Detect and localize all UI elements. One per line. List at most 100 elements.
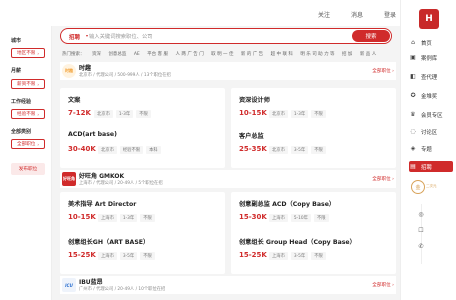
company-logo: ICU [62,278,76,292]
job-tag: 北京市 [269,110,288,118]
hot-keyword[interactable]: 招 加 [342,51,352,57]
all-jobs-label: 全部职位 [372,69,391,74]
job-title: 创意组长GH（ART BASE） [68,239,150,246]
city-filter-dropdown[interactable]: 地区不限 › [11,48,45,58]
category-filter-dropdown[interactable]: 全部职位 › [11,139,45,149]
nav-item-awards[interactable]: ✪ 金堆奖 [409,90,453,101]
company-header[interactable]: 好旺角 好旺角 GMKOK 上海市 / 代理公司 / 20-49人 / 5个职位… [60,170,396,188]
job-title: 资深设计师 [239,97,270,104]
search-float-icon[interactable]: ◎ [416,209,426,219]
all-jobs-link[interactable]: 全部职位 › [372,176,394,182]
hot-keyword[interactable]: 明 乐 司 助 力 等 [300,51,334,57]
nav-item-case-library[interactable]: ▣ 案例库 [409,52,453,63]
chevron-right-icon: › [37,50,39,56]
job-tag: 不限 [140,252,155,260]
company-name[interactable]: 时趣 [79,63,91,72]
right-nav: H ⌂ 首页 ▣ 案例库 ◧ 查代理 ✪ 金堆奖 ♛ 会员专区 ◌ 讨论区 ◈ 专题 ▤ 招聘 … [400,0,456,300]
job-tags: 上海市 3-5年 不限 [269,252,326,260]
brand-logo[interactable]: H [419,9,439,29]
hot-keyword[interactable]: AE [134,52,140,57]
hot-keyword[interactable]: 新 品 人 [360,51,376,57]
login-link[interactable]: 登录 [384,10,396,19]
hot-keyword[interactable]: 资深 [92,51,101,57]
job-tag: 不限 [140,214,155,222]
job-tag: 北京市 [269,146,288,154]
job-tag: 上海市 [98,214,117,222]
hot-keyword[interactable]: 新 的 广 告 [241,51,263,57]
search-bar: 招聘 ▾ 搜索 [60,28,392,44]
job-salary: 15-25K [239,251,267,259]
all-jobs-link[interactable]: 全部职位 › [372,282,394,288]
job-card[interactable]: 创意组长 Group Head（Copy Base） 15-25K 上海市 3-… [231,230,396,274]
company-meta: 北京市 / 代理公司 / 500-999人 / 13个职位在招 [79,73,171,78]
job-tag: 3-5年 [290,252,309,260]
job-tag: 北京市 [94,110,113,118]
company-meta: 广州市 / 代理公司 / 20-49人 / 10个职位在招 [79,287,166,292]
hot-searches-label: 热门搜索： [62,52,85,57]
job-tags: 北京市 经验不限 本科 [98,146,161,154]
job-tags: 北京市 1-3年 不限 [269,110,326,118]
hot-keyword[interactable]: 创意总监 [108,51,126,57]
nav-item-membership[interactable]: ♛ 会员专区 [409,109,453,120]
job-salary: 10-15K [239,109,267,117]
topic-icon: ◈ [410,145,416,152]
job-card[interactable]: ACD(art base) 30-40K 北京市 经验不限 本科 [60,124,225,168]
follow-link[interactable]: 关注 [318,10,330,19]
company-header[interactable]: ICU IBU蓝昂 广州市 / 代理公司 / 20-49人 / 10个职位在招 … [60,276,396,294]
experience-filter-dropdown[interactable]: 经验不限 › [11,109,45,119]
hot-searches: 热门搜索： 资深 创意总监 AE 平台 客 服 人 两 广 告 门 取 明 一 … [62,51,382,59]
salary-filter-dropdown[interactable]: 薪资不限 › [11,79,45,89]
company-logo: 时趣 [62,64,76,78]
job-tag: 上海市 [98,252,117,260]
job-tag: 1-3年 [115,110,134,118]
job-tag: 5-10年 [290,214,311,222]
chevron-down-icon[interactable]: ▾ [86,33,88,38]
all-jobs-label: 全部职位 [372,177,391,182]
job-tags: 上海市 5-10年 不限 [269,214,329,222]
hot-keyword[interactable]: 超 中 联 科 [271,51,293,57]
job-tag: 上海市 [269,252,288,260]
job-tag: 不限 [311,110,326,118]
job-salary: 7-12K [68,109,91,117]
job-card[interactable]: 客户总监 25-35K 北京市 3-5年 不限 [231,124,396,168]
search-input[interactable] [89,31,319,42]
gold-badge-icon[interactable]: 金 [411,180,425,194]
job-tags: 上海市 1-3年 不限 [98,214,155,222]
nav-item-label: 首页 [421,40,432,47]
phone-icon[interactable]: ✆ [416,241,426,251]
category-filter-value: 全部职位 [17,142,36,147]
gold-badge-text: 二次元 [426,184,437,188]
nav-item-jobs[interactable]: ▤ 招聘 [409,161,453,172]
job-tag: 3-5年 [119,252,138,260]
nav-item-label: 招聘 [421,164,432,171]
company-name[interactable]: IBU蓝昂 [79,277,103,286]
nav-item-topics[interactable]: ◈ 专题 [409,143,453,154]
job-title: 客户总监 [239,133,264,140]
all-jobs-link[interactable]: 全部职位 › [372,68,394,74]
messages-link[interactable]: 消息 [351,10,363,19]
company-meta: 上海市 / 代理公司 / 20-49人 / 5个职位在招 [79,181,163,186]
chevron-right-icon: › [37,141,39,147]
company-logo: 好旺角 [62,172,76,186]
company-header[interactable]: 时趣 时趣 北京市 / 代理公司 / 500-999人 / 13个职位在招 全部… [60,62,396,80]
job-tag: 3-5年 [290,146,309,154]
job-title: ACD(art base) [68,131,117,138]
hot-keyword[interactable]: 取 明 一 佳 [211,51,233,57]
hot-keyword[interactable]: 平台 客 服 [147,51,168,57]
job-tag: 本科 [146,146,161,154]
job-salary: 25-35K [239,145,267,153]
search-type-label[interactable]: 招聘 [69,33,80,41]
hot-keyword[interactable]: 人 两 广 告 门 [175,51,203,57]
nav-item-forum[interactable]: ◌ 讨论区 [409,126,453,137]
search-button[interactable]: 搜索 [352,30,390,42]
nav-item-home[interactable]: ⌂ 首页 [409,37,453,48]
briefcase-icon: ▤ [410,163,416,170]
company-name[interactable]: 好旺角 GMKOK [79,171,124,180]
home-icon: ⌂ [411,39,415,46]
post-job-button[interactable]: 发布职位 [11,163,45,175]
feedback-icon[interactable]: ☐ [416,225,426,235]
nav-item-agencies[interactable]: ◧ 查代理 [409,71,453,82]
job-title: 美术指导 Art Director [68,201,137,208]
job-card[interactable]: 创意组长GH（ART BASE） 15-25K 上海市 3-5年 不限 [60,230,225,274]
nav-item-label: 金堆奖 [421,93,438,100]
